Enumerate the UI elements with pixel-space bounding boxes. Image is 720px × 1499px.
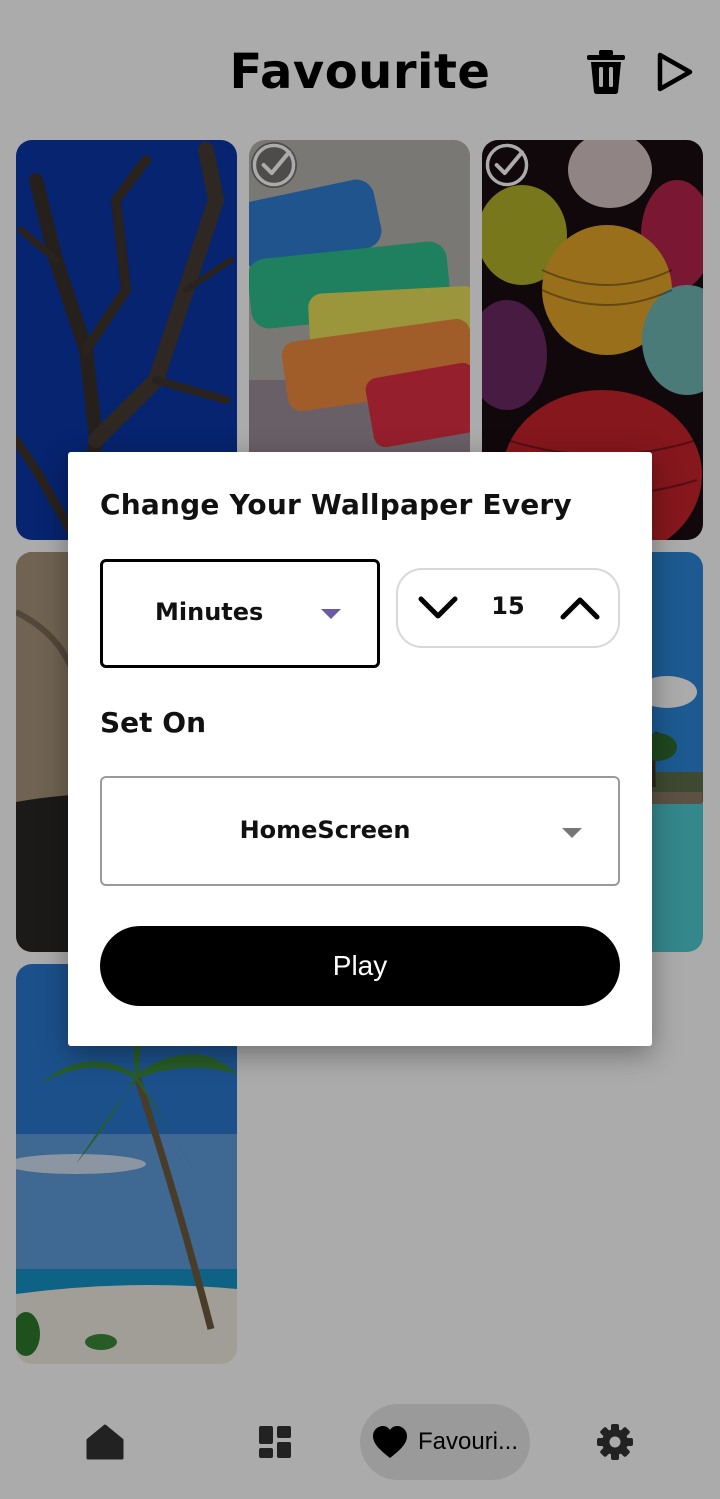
chevron-up-icon [560,597,600,620]
wallpaper-schedule-dialog: Change Your Wallpaper Every Minutes 15 S… [68,452,652,1046]
decrement-button[interactable] [412,582,464,634]
set-on-label: Set On [100,706,207,739]
interval-unit-dropdown[interactable]: Minutes [100,559,380,668]
dialog-title: Change Your Wallpaper Every [100,488,572,521]
play-button[interactable]: Play [100,926,620,1006]
dropdown-caret-icon [562,828,582,838]
set-on-value: HomeScreen [239,816,411,844]
set-on-dropdown[interactable]: HomeScreen [100,776,620,886]
interval-stepper: 15 [396,568,620,648]
dropdown-caret-icon [321,609,341,619]
interval-unit-value: Minutes [155,598,264,626]
increment-button[interactable] [554,582,606,634]
interval-value: 15 [491,592,525,620]
chevron-down-icon [418,596,458,619]
